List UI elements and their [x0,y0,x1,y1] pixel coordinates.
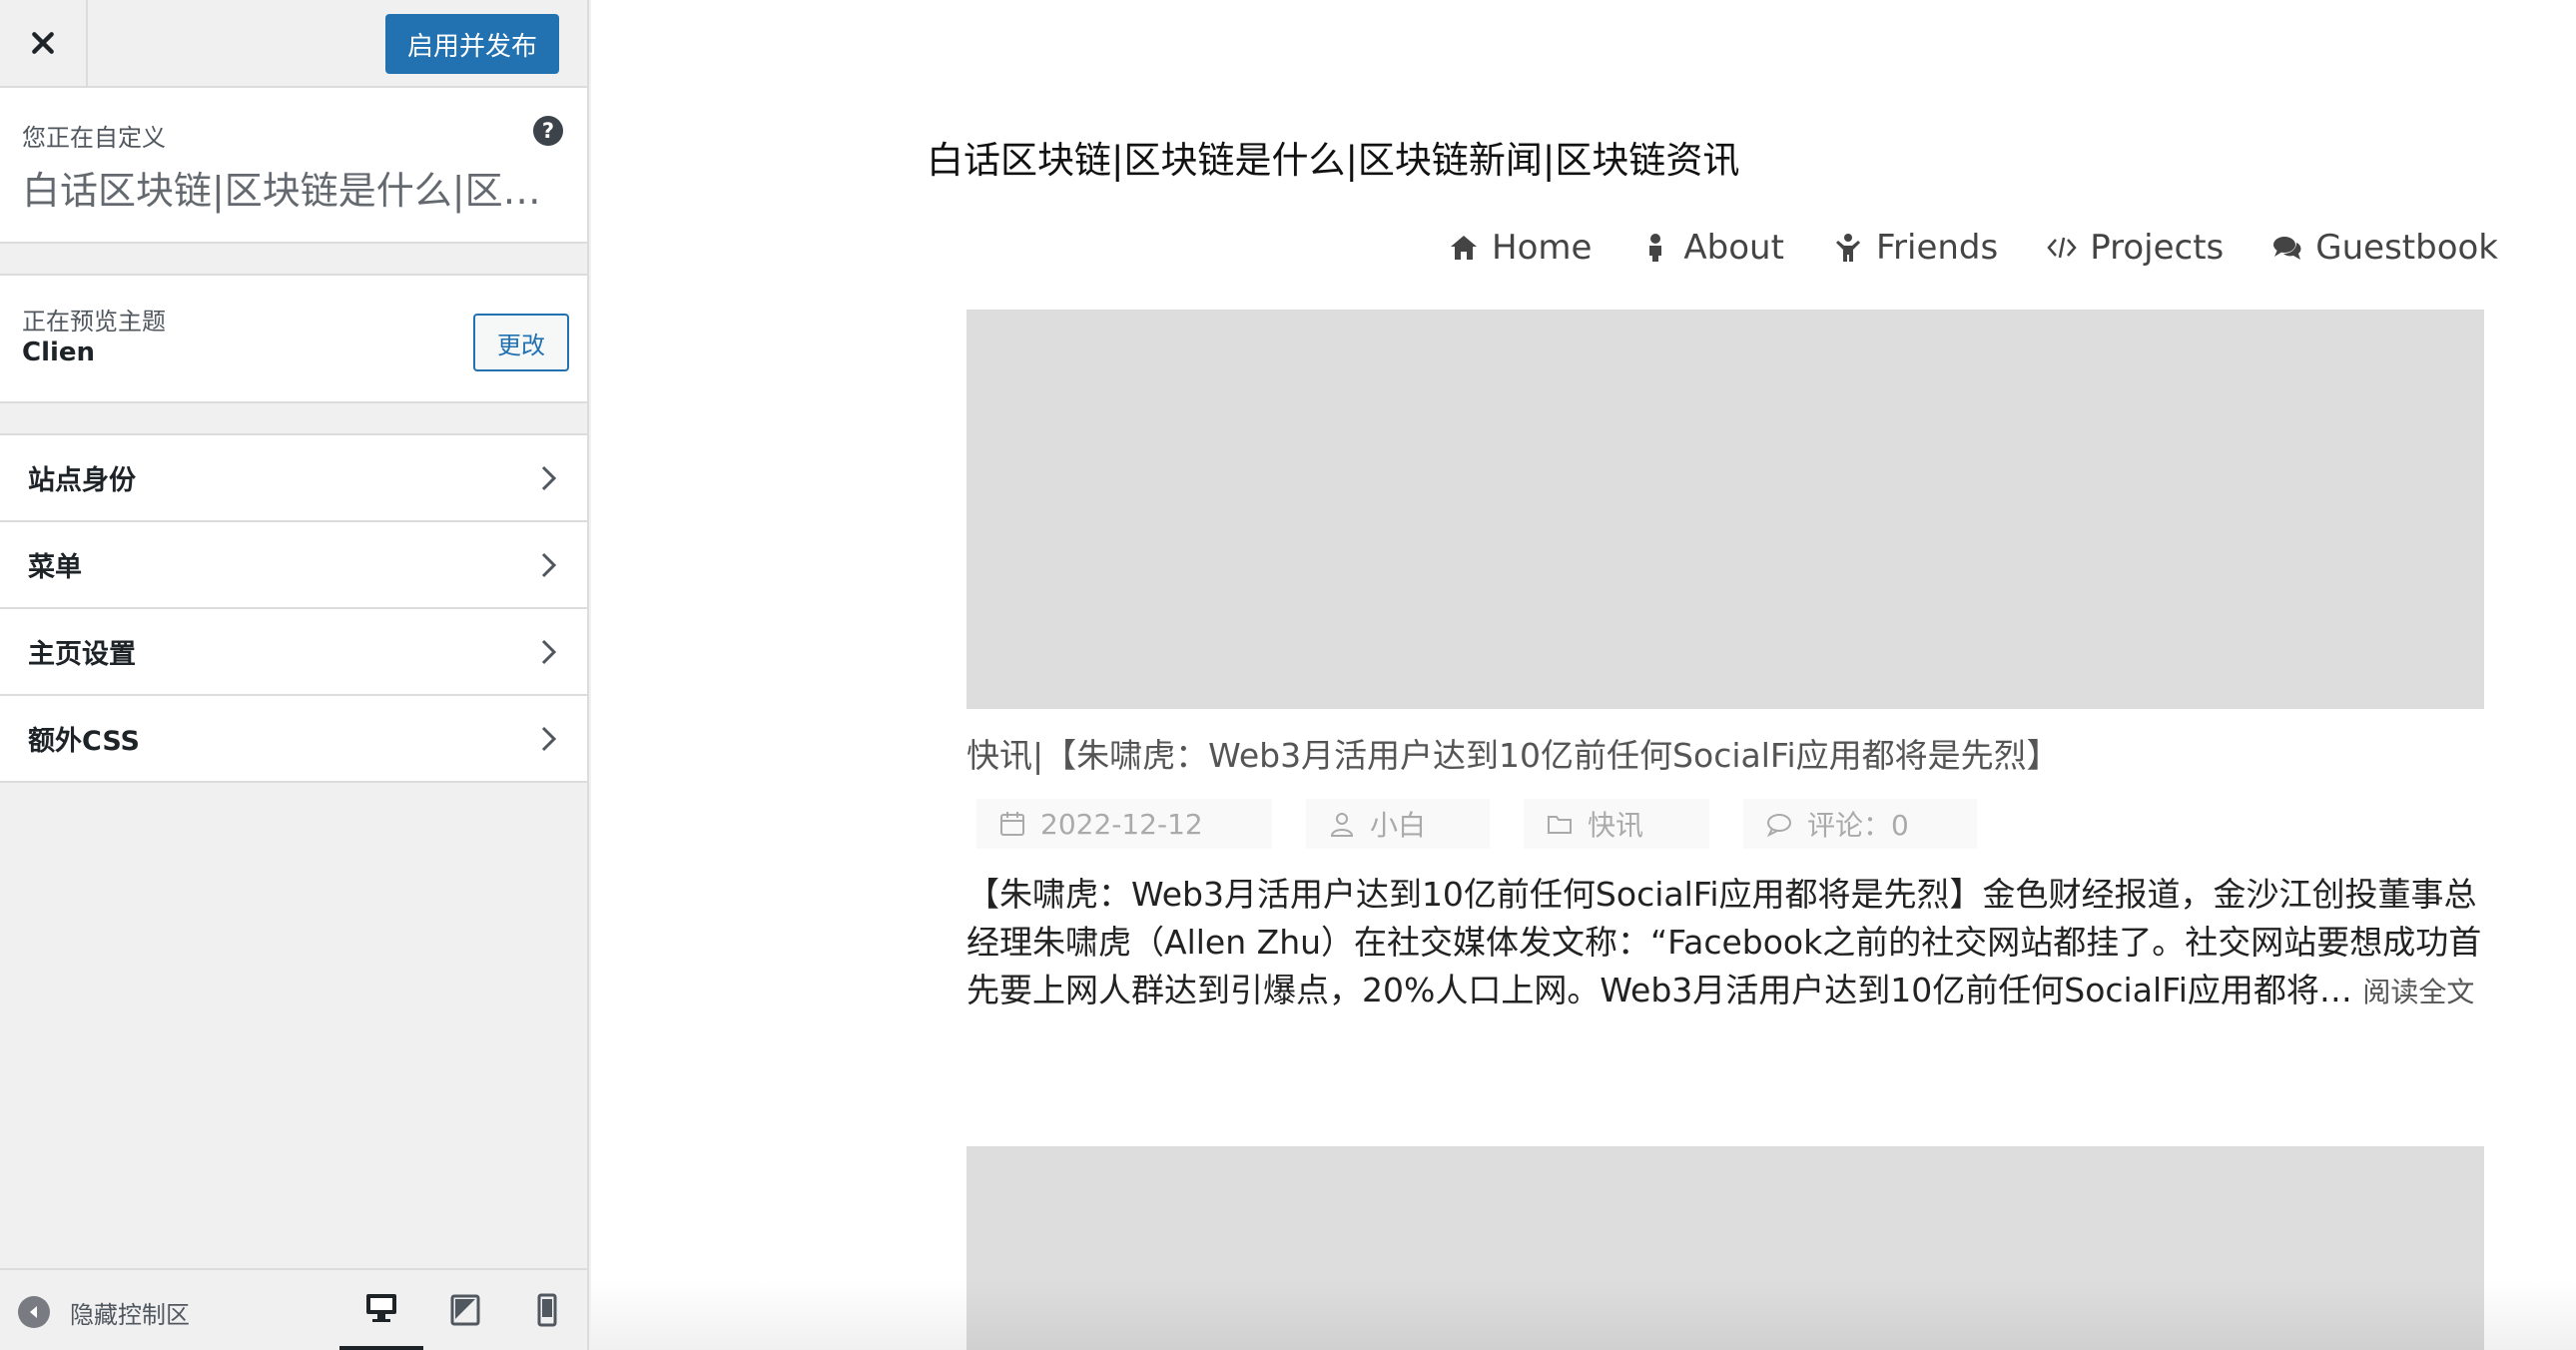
user-icon [1330,813,1354,837]
section-label: 站点身份 [28,465,136,496]
customizer-sections: 站点身份 菜单 主页设置 额外CSS [0,433,587,783]
post-title[interactable]: 快讯|【朱啸虎：Web3月活用户达到10亿前任何SocialFi应用都将是先烈】 [966,729,2060,777]
nav-item-guestbook[interactable]: Guestbook [2271,228,2498,268]
site-heading[interactable]: 白话区块链|区块链是什么|区块链新闻|区块链资讯 [927,130,1739,184]
post-thumbnail[interactable] [966,310,2484,709]
change-theme-button[interactable]: 更改 [473,314,569,371]
close-button[interactable] [0,0,88,86]
mobile-icon [537,1293,557,1327]
preview-tablet-button[interactable] [423,1270,507,1350]
code-icon [2047,237,2077,259]
tablet-icon [450,1294,480,1326]
user-icon [1649,234,1662,262]
post-meta: 2022-12-12 小白 快讯 评论：0 [976,799,1977,849]
child-icon [1835,234,1860,262]
nav-label: Projects [2090,228,2225,268]
site-navigation: Home About Friends Projects Guestbook [1448,228,2498,268]
nav-item-home[interactable]: Home [1448,228,1592,268]
customizing-caption: 您正在自定义 [22,124,166,152]
arrow-left-circle-icon [18,1296,50,1328]
close-icon [32,32,54,54]
chevron-right-icon [541,465,557,491]
nav-item-projects[interactable]: Projects [2046,228,2224,268]
post-category-text: 快讯 [1588,809,1644,842]
nav-item-about[interactable]: About [1639,228,1784,268]
section-homepage-settings[interactable]: 主页设置 [0,609,587,696]
collapse-label: 隐藏控制区 [70,1300,190,1329]
nav-label: Guestbook [2315,228,2498,268]
post-date: 2022-12-12 [976,799,1272,849]
theme-panel: 正在预览主题 Clien 更改 [0,274,587,403]
help-icon[interactable]: ? [533,116,563,146]
publish-button[interactable]: 启用并发布 [385,14,559,74]
collapse-sidebar-button[interactable]: 隐藏控制区 [18,1294,190,1330]
site-title-preview: 白话区块链|区块链是什么|区块链新闻|区块链资讯 [22,169,551,213]
nav-label: Home [1492,228,1593,268]
theme-name: Clien [22,338,96,367]
chevron-right-icon [541,552,557,578]
post-author-text: 小白 [1370,809,1427,842]
post-excerpt-text: 【朱啸虎：Web3月活用户达到10亿前任何SocialFi应用都将是先烈】金色财… [966,875,2482,1010]
nav-label: About [1683,228,1784,268]
home-icon [1451,236,1477,260]
chevron-right-icon [541,726,557,752]
section-menus[interactable]: 菜单 [0,522,587,609]
post-comments-text: 评论：0 [1807,809,1909,842]
nav-item-friends[interactable]: Friends [1832,228,1998,268]
section-site-identity[interactable]: 站点身份 [0,435,587,522]
post-date-text: 2022-12-12 [1040,807,1203,841]
section-label: 主页设置 [28,639,136,670]
theme-caption: 正在预览主题 [22,308,166,336]
preview-mobile-button[interactable] [505,1270,589,1350]
post-excerpt: 【朱啸虎：Web3月活用户达到10亿前任何SocialFi应用都将是先烈】金色财… [966,871,2494,1016]
post-author[interactable]: 小白 [1306,799,1490,849]
post-category[interactable]: 快讯 [1524,799,1709,849]
folder-icon [1548,816,1572,834]
section-additional-css[interactable]: 额外CSS [0,696,587,783]
sidebar-header: 启用并发布 [0,0,587,88]
post-comments[interactable]: 评论：0 [1743,799,1977,849]
nav-label: Friends [1875,228,1999,268]
comments-icon [2273,237,2301,260]
comment-icon [1766,814,1791,838]
customize-info-panel: 您正在自定义 ? 白话区块链|区块链是什么|区块链新闻|区块链资讯 [0,88,587,244]
post-thumbnail[interactable] [966,1146,2484,1350]
section-label: 额外CSS [28,726,140,757]
read-more-link[interactable]: 阅读全文 [2362,976,2474,1009]
calendar-icon [1000,812,1024,836]
site-preview: 白话区块链|区块链是什么|区块链新闻|区块链资讯 Home About Frie… [591,0,2576,1350]
chevron-right-icon [541,639,557,665]
section-label: 菜单 [28,552,82,583]
preview-desktop-button[interactable] [339,1270,423,1350]
desktop-icon [366,1294,396,1322]
customizer-sidebar: 启用并发布 您正在自定义 ? 白话区块链|区块链是什么|区块链新闻|区块链资讯 … [0,0,589,1350]
sidebar-footer: 隐藏控制区 [0,1268,587,1350]
